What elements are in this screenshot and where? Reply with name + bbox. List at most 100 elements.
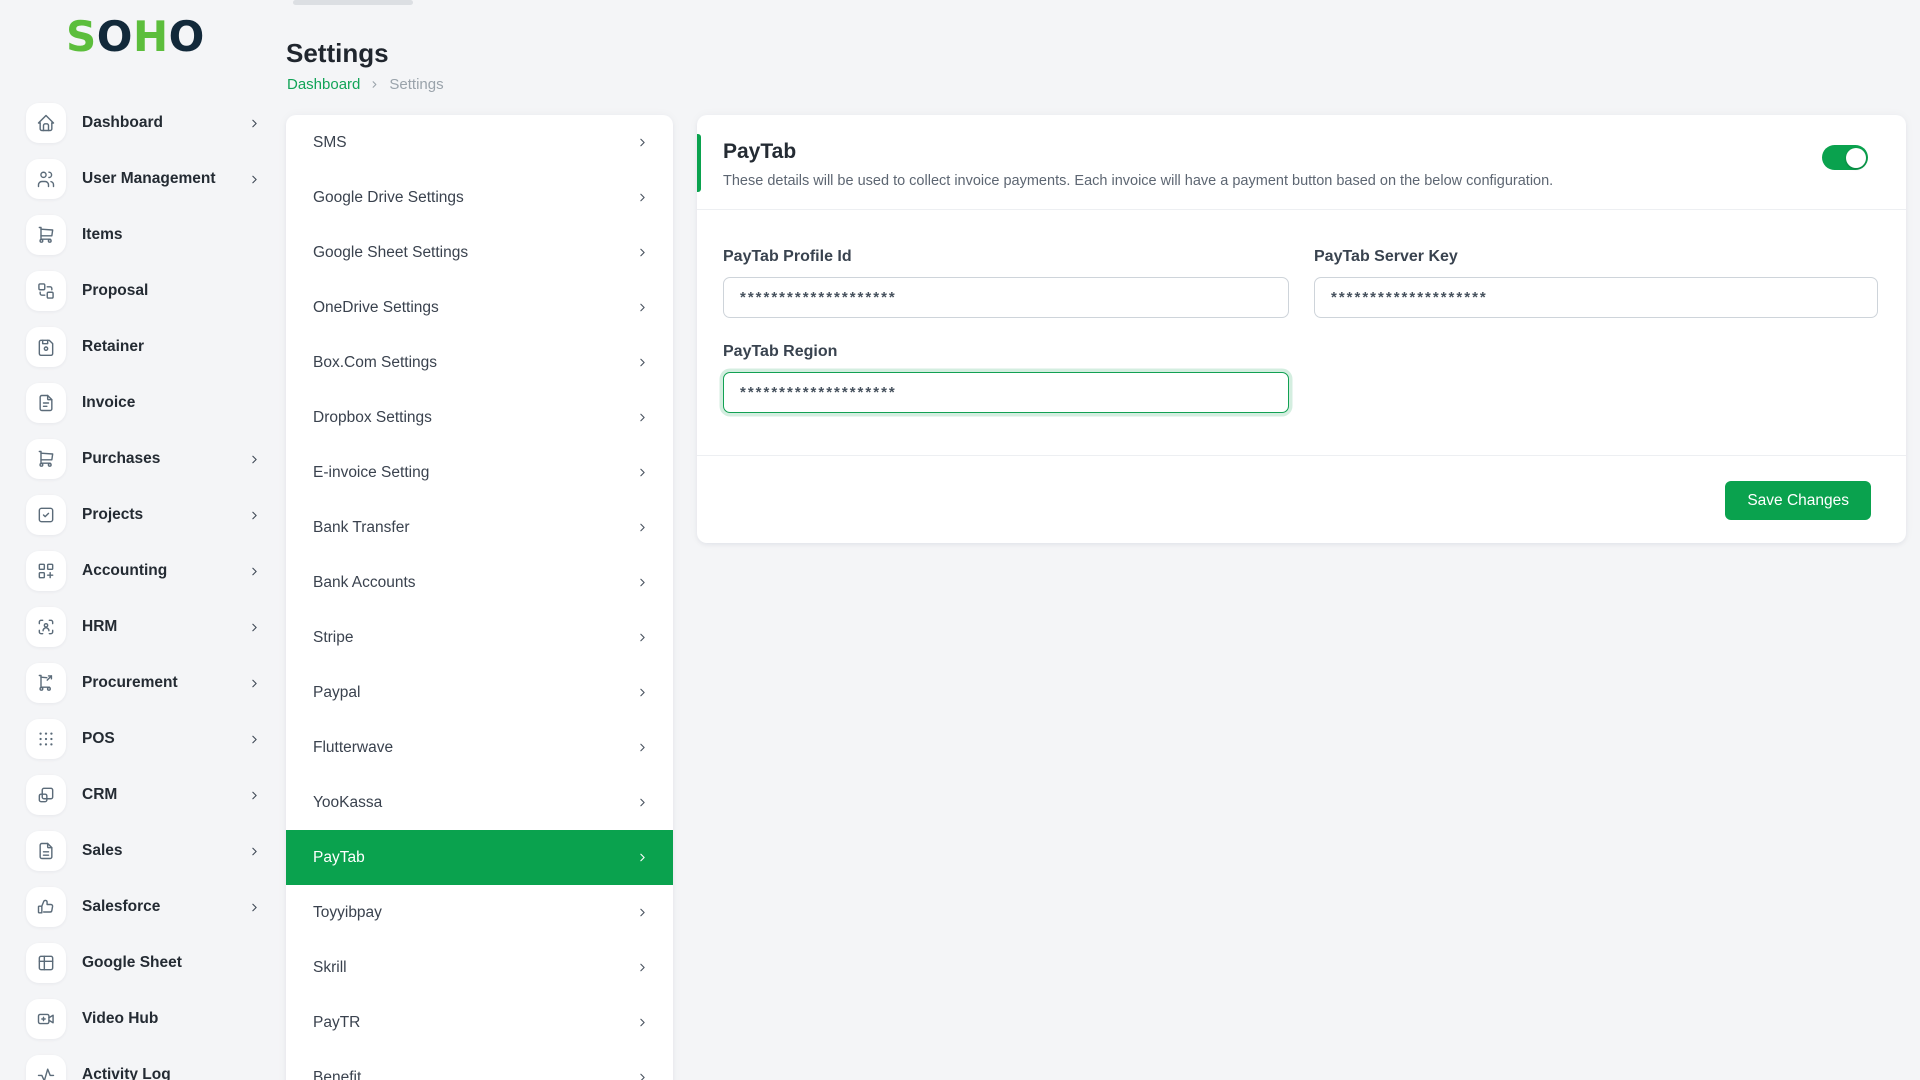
paytab-enable-toggle[interactable]: [1822, 145, 1868, 170]
settings-nav-item-label: YooKassa: [313, 794, 636, 812]
sidebar-item-dashboard[interactable]: Dashboard: [0, 95, 283, 151]
settings-nav-item-label: Dropbox Settings: [313, 409, 636, 427]
sidebar-item-label: User Management: [82, 170, 248, 188]
settings-nav-item-label: PayTR: [313, 1014, 636, 1032]
chevron-right-icon: [248, 117, 261, 130]
settings-nav-item-benefit[interactable]: Benefit: [286, 1050, 673, 1080]
sidebar-item-retainer[interactable]: Retainer: [0, 319, 283, 375]
sidebar-item-label: Projects: [82, 506, 248, 524]
sidebar-item-label: Proposal: [82, 282, 248, 300]
settings-nav-item-toyyibpay[interactable]: Toyyibpay: [286, 885, 673, 940]
sidebar-item-label: Google Sheet: [82, 954, 248, 972]
chevron-right-icon: [636, 466, 649, 479]
settings-nav-item-paytab[interactable]: PayTab: [286, 830, 673, 885]
settings-nav-item-bank-transfer[interactable]: Bank Transfer: [286, 500, 673, 555]
file-invoice-icon: [26, 383, 66, 423]
sidebar-item-crm[interactable]: CRM: [0, 767, 283, 823]
transform-icon: [26, 271, 66, 311]
settings-nav-item-box-com-settings[interactable]: Box.Com Settings: [286, 335, 673, 390]
app-logo[interactable]: SOHO: [66, 12, 205, 61]
cart-chart-icon: [26, 663, 66, 703]
chevron-right-icon: [636, 631, 649, 644]
settings-nav-item-onedrive-settings[interactable]: OneDrive Settings: [286, 280, 673, 335]
settings-nav-item-sms[interactable]: SMS: [286, 115, 673, 170]
video-icon: [26, 999, 66, 1039]
chevron-right-icon: [636, 301, 649, 314]
settings-nav-item-label: Box.Com Settings: [313, 354, 636, 372]
chevron-right-icon: [248, 789, 261, 802]
sidebar-item-label: Items: [82, 226, 248, 244]
settings-nav-item-google-sheet-settings[interactable]: Google Sheet Settings: [286, 225, 673, 280]
chevron-right-icon: [248, 621, 261, 634]
grid-add-icon: [26, 551, 66, 591]
sidebar-item-pos[interactable]: POS: [0, 711, 283, 767]
field-label: PayTab Region: [723, 343, 1289, 361]
sidebar-item-procurement[interactable]: Procurement: [0, 655, 283, 711]
field-label: PayTab Profile Id: [723, 248, 1289, 266]
scrollbar-thumb[interactable]: [293, 0, 413, 5]
settings-nav-item-dropbox-settings[interactable]: Dropbox Settings: [286, 390, 673, 445]
sidebar-item-user-management[interactable]: User Management: [0, 151, 283, 207]
sidebar-item-label: CRM: [82, 786, 248, 804]
sidebar-item-items[interactable]: Items: [0, 207, 283, 263]
table-icon: [26, 943, 66, 983]
sidebar-item-projects[interactable]: Projects: [0, 487, 283, 543]
settings-nav-item-paytr[interactable]: PayTR: [286, 995, 673, 1050]
chevron-right-icon: [636, 576, 649, 589]
settings-nav-item-bank-accounts[interactable]: Bank Accounts: [286, 555, 673, 610]
settings-nav-item-paypal[interactable]: Paypal: [286, 665, 673, 720]
sidebar-item-accounting[interactable]: Accounting: [0, 543, 283, 599]
users-icon: [26, 159, 66, 199]
sidebar-item-salesforce[interactable]: Salesforce: [0, 879, 283, 935]
cart-icon: [26, 439, 66, 479]
sidebar-item-label: Purchases: [82, 450, 248, 468]
settings-nav-item-label: Flutterwave: [313, 739, 636, 757]
sidebar-item-sales[interactable]: Sales: [0, 823, 283, 879]
settings-nav-item-flutterwave[interactable]: Flutterwave: [286, 720, 673, 775]
breadcrumb-dashboard-link[interactable]: Dashboard: [287, 76, 360, 93]
chevron-right-icon: [636, 191, 649, 204]
settings-nav-item-stripe[interactable]: Stripe: [286, 610, 673, 665]
settings-nav-item-skrill[interactable]: Skrill: [286, 940, 673, 995]
chevron-right-icon: [636, 961, 649, 974]
settings-nav-item-yookassa[interactable]: YooKassa: [286, 775, 673, 830]
chevron-right-icon: [248, 173, 261, 186]
sidebar-item-label: Retainer: [82, 338, 248, 356]
chevron-right-icon: [636, 411, 649, 424]
sidebar-item-proposal[interactable]: Proposal: [0, 263, 283, 319]
sidebar-item-label: Sales: [82, 842, 248, 860]
breadcrumb: Dashboard Settings: [287, 76, 444, 93]
chevron-right-icon: [636, 686, 649, 699]
accent-bar: [697, 134, 701, 192]
sidebar-item-activity-log[interactable]: Activity Log: [0, 1047, 283, 1080]
settings-nav-item-label: Bank Accounts: [313, 574, 636, 592]
chevron-right-icon: [636, 851, 649, 864]
field-label: PayTab Server Key: [1314, 248, 1878, 266]
sidebar-item-hrm[interactable]: HRM: [0, 599, 283, 655]
paytab-profile-id-input[interactable]: [723, 277, 1289, 318]
settings-nav-item-label: E-invoice Setting: [313, 464, 636, 482]
chevron-right-icon: [636, 521, 649, 534]
paytab-region-input[interactable]: [723, 372, 1289, 413]
sidebar-item-google-sheet[interactable]: Google Sheet: [0, 935, 283, 991]
page-title: Settings: [286, 38, 389, 69]
paytab-server-key-input[interactable]: [1314, 277, 1878, 318]
sidebar-menu: Dashboard User Management Items Proposal…: [0, 95, 283, 1080]
chevron-right-icon: [636, 246, 649, 259]
panel-footer: Save Changes: [1725, 481, 1871, 520]
settings-nav-item-e-invoice-setting[interactable]: E-invoice Setting: [286, 445, 673, 500]
sidebar-item-invoice[interactable]: Invoice: [0, 375, 283, 431]
sidebar-item-purchases[interactable]: Purchases: [0, 431, 283, 487]
save-changes-button[interactable]: Save Changes: [1725, 481, 1871, 520]
sidebar: SOHO Dashboard User Management Items Pro…: [0, 0, 283, 1080]
chevron-right-icon: [636, 1071, 649, 1080]
floppy-icon: [26, 327, 66, 367]
breadcrumb-current: Settings: [389, 76, 443, 93]
settings-nav-item-google-drive-settings[interactable]: Google Drive Settings: [286, 170, 673, 225]
chevron-right-icon: [636, 356, 649, 369]
logo-letter: O: [97, 12, 133, 61]
settings-nav-item-label: Toyyibpay: [313, 904, 636, 922]
sidebar-item-video-hub[interactable]: Video Hub: [0, 991, 283, 1047]
settings-nav-list: SMS Google Drive Settings Google Sheet S…: [286, 115, 673, 1080]
logo-letter: O: [169, 12, 205, 61]
